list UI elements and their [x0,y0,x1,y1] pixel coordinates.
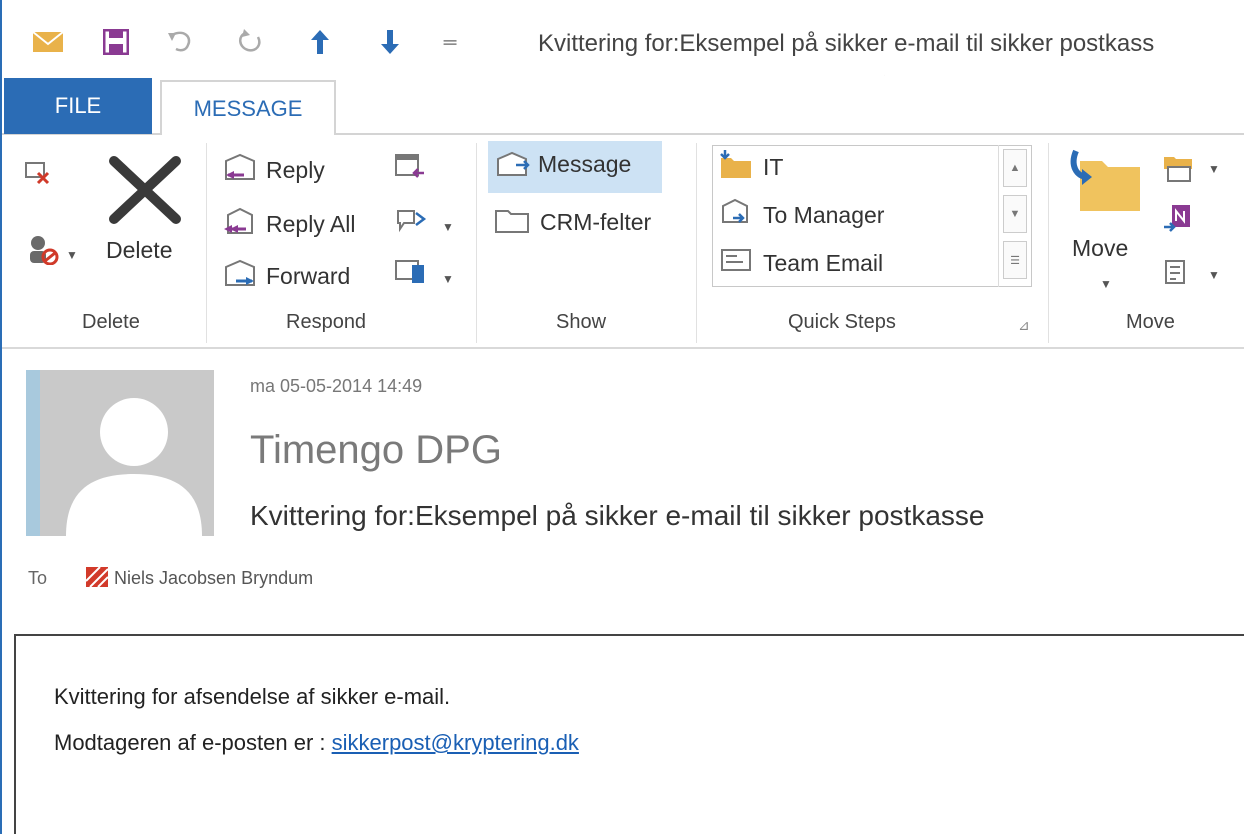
respond-group-label: Respond [286,311,367,333]
customize-toolbar-icon[interactable]: ═ [438,28,462,56]
move-group-label: Move [1126,311,1175,333]
body-line: Modtageren af e-posten er : sikkerpost@k… [54,730,579,756]
dialog-launcher-icon[interactable]: ⊿ [1018,317,1030,334]
onenote-icon[interactable] [1162,203,1194,238]
move-folder-icon[interactable] [1066,147,1142,218]
recipient-name[interactable]: Niels Jacobsen Bryndum [114,568,313,589]
actions-icon[interactable] [1162,257,1196,292]
quick-steps-gallery: IT To Manager Team Email [712,145,1032,287]
previous-item-icon[interactable] [306,28,334,56]
chevron-down-icon[interactable]: ▼ [442,220,454,234]
message-icon [494,151,532,186]
message-subject: Kvittering for:Eksempel på sikker e-mail… [250,500,985,531]
group-separator [696,143,697,343]
scroll-down-button[interactable]: ▼ [1003,195,1027,233]
contact-card-icon [85,566,109,592]
mail-icon[interactable] [30,28,66,56]
delete-button[interactable]: Delete [106,237,172,264]
ribbon: ▼ Delete Delete Reply Reply All Forward … [2,135,1244,349]
scroll-up-button[interactable]: ▲ [1003,149,1027,187]
save-icon[interactable] [100,28,132,56]
outlook-message-window: ✦ ☠ ═ Kvittering for:Eksempel på sikker … [0,0,1244,834]
delete-icon[interactable] [108,155,182,230]
group-separator [1048,143,1049,343]
sender-name[interactable]: Timengo DPG [250,428,502,473]
meeting-icon[interactable] [394,153,426,188]
show-message-button[interactable]: Message [488,141,662,193]
delete-group-label: Delete [82,311,140,333]
reply-all-icon [222,207,258,242]
person-icon [66,398,202,536]
quick-steps-group-label: Quick Steps [788,311,896,333]
ignore-conversation-icon[interactable] [24,159,52,190]
to-manager-icon [719,198,753,233]
reply-all-button[interactable]: Reply All [266,211,355,238]
body-line-prefix: Modtageren af e-posten er : [54,730,332,755]
redo-icon[interactable] [234,28,266,56]
reply-icon [222,153,258,188]
chevron-down-icon[interactable]: ▼ [66,248,78,262]
quick-step-team-email[interactable]: Team Email [763,250,883,277]
junk-icon[interactable] [26,235,62,270]
show-group-label: Show [556,311,607,333]
team-email-icon [719,246,753,281]
recipient-email-link[interactable]: sikkerpost@kryptering.dk [332,730,579,755]
avatar [26,370,214,536]
forward-icon [222,259,258,294]
group-separator [476,143,477,343]
next-item-icon[interactable] [376,28,404,56]
message-timestamp: ma 05-05-2014 14:49 [250,376,423,396]
quick-step-to-manager[interactable]: To Manager [763,202,884,229]
forward-button[interactable]: Forward [266,263,350,290]
body-line: Kvittering for afsendelse af sikker e-ma… [54,684,451,709]
more-respond-icon[interactable] [394,257,428,292]
title-bar: ✦ ☠ ═ Kvittering for:Eksempel på sikker … [2,0,1244,76]
group-separator [206,143,207,343]
undo-icon[interactable] [164,28,196,56]
move-button[interactable]: Move [1072,235,1128,262]
rules-icon[interactable] [1162,153,1196,188]
window-title: Kvittering for:Eksempel på sikker e-mail… [538,30,1155,57]
gallery-expand-button[interactable]: ☰ [1003,241,1027,279]
tab-message[interactable]: MESSAGE [160,80,336,136]
tab-file[interactable]: FILE [4,78,152,134]
instant-message-icon[interactable] [394,205,428,240]
quick-steps-scrollbar[interactable]: ▲ ▼ ☰ [998,145,1032,287]
crm-felter-button[interactable]: CRM-felter [540,209,651,236]
show-message-label: Message [538,151,632,177]
folder-move-icon [719,150,753,185]
chevron-down-icon[interactable]: ▼ [442,272,454,286]
chevron-down-icon[interactable]: ▼ [1208,162,1220,176]
quick-step-it[interactable]: IT [763,154,783,181]
reply-button[interactable]: Reply [266,157,325,184]
chevron-down-icon[interactable]: ▼ [1208,268,1220,282]
folder-icon [494,205,530,240]
chevron-down-icon[interactable]: ▼ [1100,277,1112,291]
to-label: To [28,568,48,588]
